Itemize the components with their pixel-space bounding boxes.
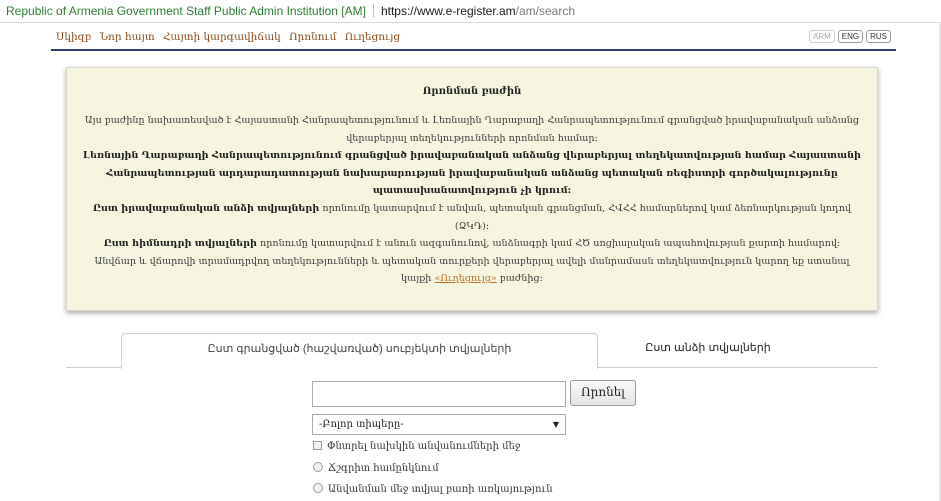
dropdown-arrow-icon: ▼ <box>552 420 559 429</box>
contains-word-label: Անվանման մեջ տվյալ բառի առկայություն <box>328 484 553 495</box>
address-bar[interactable]: Republic of Armenia Government Staff Pub… <box>0 0 941 23</box>
lang-eng-button[interactable]: ENG <box>837 30 864 43</box>
language-switcher: ARM ENG RUS <box>806 30 891 43</box>
info-title: Որոնման բաժին <box>422 86 522 97</box>
entity-type-select[interactable]: -Բոլոր տիպերը- ▼ <box>312 414 566 435</box>
info-fees-post-link: բաժնից: <box>496 273 543 285</box>
info-text: Այս բաժինը նախատեսված է Հայաստանի Հանրապ… <box>82 112 862 288</box>
lang-arm-button[interactable]: ARM <box>808 30 835 43</box>
url-path[interactable]: /am/search <box>516 4 575 18</box>
tab-by-registered-entity[interactable]: Ըստ գրանցված (հաշվառված) սուբյեկտի տվյալ… <box>121 333 598 369</box>
tab-by-person[interactable]: Ըստ անձի տվյալների <box>598 333 818 367</box>
info-entity-search-label: Ըստ իրավաբանական անձի տվյալների <box>93 202 320 214</box>
radio-contains-word[interactable] <box>313 483 323 493</box>
radio-exact-match[interactable] <box>313 462 323 472</box>
info-fees-pre-link: կայքի <box>401 273 435 285</box>
info-fees-text: Անվճար և վճարովի տրամադրվող տեղեկություն… <box>94 255 850 267</box>
entity-type-selected: -Բոլոր տիպերը- <box>319 419 404 430</box>
search-button[interactable]: Որոնել <box>570 380 636 406</box>
main-menu: Սկիզբ Նոր հայտ Հայտի կարգավիճակ Որոնում … <box>56 31 405 43</box>
info-founder-search-text: որոնումը կատարվում է անուն ազգանունով, ա… <box>256 238 841 250</box>
certificate-owner[interactable]: Republic of Armenia Government Staff Pub… <box>6 4 366 18</box>
exact-match-label: Ճշգրիտ համընկնում <box>328 463 439 474</box>
separator <box>372 4 374 17</box>
checkbox-former-names[interactable] <box>313 441 322 450</box>
guide-link[interactable]: «Ուղեցույց» <box>434 273 496 284</box>
info-karabakh-note: Լեռնային Ղարաբաղի Հանրապետությունում գրա… <box>83 150 861 197</box>
info-intro: Այս բաժինը նախատեսված է Հայաստանի Հանրապ… <box>84 115 860 144</box>
top-navigation: Սկիզբ Նոր հայտ Հայտի կարգավիճակ Որոնում … <box>51 29 896 51</box>
search-tabs: Ըստ գրանցված (հաշվառված) սուբյեկտի տվյալ… <box>66 333 878 369</box>
nav-item-guide[interactable]: Ուղեցույց <box>345 31 400 43</box>
exact-match-option[interactable]: Ճշգրիտ համընկնում <box>313 462 439 474</box>
info-entity-search-text: որոնումը կատարվում է անվան, պետական գրան… <box>319 202 851 232</box>
url-host[interactable]: https://www.e-register.am <box>381 4 516 18</box>
nav-item-application-status[interactable]: Հայտի կարգավիճակ <box>163 31 281 43</box>
search-input[interactable] <box>312 381 566 407</box>
contains-word-option[interactable]: Անվանման մեջ տվյալ բառի առկայություն <box>313 483 553 495</box>
info-panel: Որոնման բաժին Այս բաժինը նախատեսված է Հա… <box>66 67 878 311</box>
info-founder-search-label: Ըստ հիմնադրի տվյալների <box>103 238 257 250</box>
lang-rus-button[interactable]: RUS <box>866 30 891 43</box>
nav-item-home[interactable]: Սկիզբ <box>56 31 91 43</box>
nav-item-search[interactable]: Որոնում <box>289 31 336 43</box>
former-names-label: Փնտրել նախկին անվանումների մեջ <box>327 441 521 452</box>
nav-item-new-application[interactable]: Նոր հայտ <box>100 31 155 43</box>
search-former-names-option[interactable]: Փնտրել նախկին անվանումների մեջ <box>313 441 520 452</box>
